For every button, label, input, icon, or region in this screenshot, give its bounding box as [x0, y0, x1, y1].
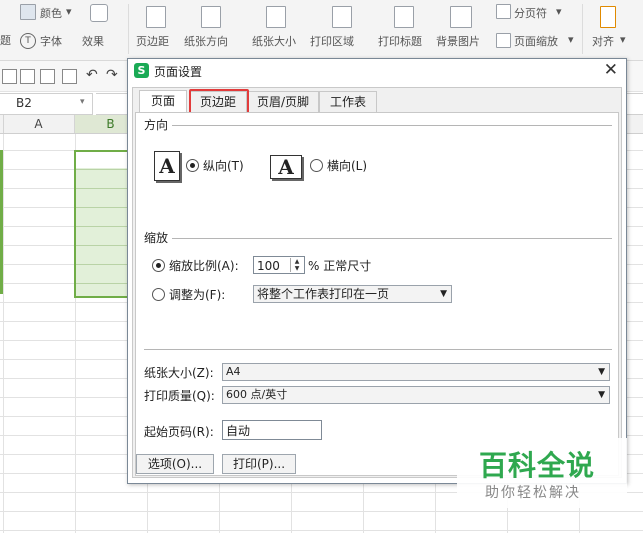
align-icon[interactable] [600, 6, 616, 28]
print-button[interactable]: 打印(P)... [222, 454, 296, 474]
landscape-page-icon: A [270, 155, 302, 179]
dialog-titlebar[interactable]: S 页面设置 ✕ [128, 59, 626, 83]
margins-icon[interactable] [146, 6, 166, 28]
ribbon-cut-label: 题 [0, 34, 11, 47]
landscape-radio[interactable] [310, 159, 323, 172]
adjust-to-radio[interactable] [152, 259, 165, 272]
page-break-icon[interactable] [496, 4, 511, 19]
save-icon[interactable] [2, 69, 17, 84]
scaling-section-label: 缩放 [144, 229, 173, 246]
page-tab-panel: 方向 A 纵向(T) A 横向(L) 缩放 缩放比例(A): 100 ▲ ▼ % … [135, 112, 619, 476]
orientation-section-label: 方向 [144, 116, 173, 133]
tab-page[interactable]: 页面 [139, 90, 187, 113]
portrait-page-icon: A [154, 151, 180, 181]
first-page-number-label: 起始页码(R): [144, 425, 214, 439]
page-break-button[interactable]: 分页符 [514, 5, 547, 21]
name-box[interactable]: B2 ▾ [0, 93, 93, 115]
print-quality-label: 打印质量(Q): [144, 389, 215, 403]
orientation-icon[interactable] [201, 6, 221, 28]
percent-normal-size-label: % 正常尺寸 [308, 259, 372, 273]
landscape-label[interactable]: 横向(L) [327, 157, 367, 174]
fit-to-radio[interactable] [152, 288, 165, 301]
row-selection-marker [0, 150, 3, 294]
print-quality-value: 600 点/英寸 [226, 388, 288, 401]
chevron-down-icon: ▼ [598, 367, 605, 377]
scale-percent-value: 100 [257, 259, 280, 273]
font-button[interactable]: 字体 [40, 33, 62, 49]
align-button[interactable]: 对齐 [592, 33, 614, 49]
undo-icon[interactable]: ↶ [86, 67, 98, 83]
watermark-logo: 百科全说 助你轻松解决 [457, 438, 627, 508]
spinner-icon[interactable]: ▲ ▼ [290, 258, 303, 272]
background-image-button[interactable]: 背景图片 [436, 33, 480, 49]
column-header-a[interactable]: A [3, 115, 75, 133]
background-image-icon[interactable] [450, 6, 472, 28]
print-icon[interactable] [20, 69, 35, 84]
fit-to-select[interactable]: 将整个工作表打印在一页 ▼ [253, 285, 452, 303]
adjust-to-label[interactable]: 缩放比例(A): [169, 257, 239, 274]
fit-to-value: 将整个工作表打印在一页 [257, 287, 390, 301]
print-preview-icon[interactable] [40, 69, 55, 84]
paper-size-label: 纸张大小(Z): [144, 366, 214, 380]
preview-icon[interactable] [62, 69, 77, 84]
first-page-number-input[interactable]: 自动 [222, 420, 322, 440]
paper-size-button[interactable]: 纸张大小 [252, 33, 296, 49]
effect-button[interactable]: 效果 [82, 33, 104, 49]
page-zoom-icon[interactable] [496, 33, 511, 48]
chevron-down-icon: ▼ [440, 289, 447, 299]
watermark-tagline: 助你轻松解决 [485, 485, 581, 501]
portrait-label[interactable]: 纵向(T) [203, 157, 244, 174]
color-scheme-icon[interactable] [20, 4, 36, 20]
name-box-value: B2 [16, 96, 32, 110]
color-button[interactable]: 颜色 [40, 5, 62, 21]
print-area-button[interactable]: 打印区域 [310, 33, 354, 49]
watermark-brand: 百科全说 [479, 449, 596, 482]
page-setup-dialog: S 页面设置 ✕ 页面 页边距 页眉/页脚 工作表 方向 A 纵向(T) A 横… [127, 58, 627, 484]
portrait-radio[interactable] [186, 159, 199, 172]
redo-icon[interactable]: ↷ [106, 67, 118, 83]
tab-header-footer[interactable]: 页眉/页脚 [247, 91, 319, 112]
effect-icon[interactable] [90, 4, 108, 22]
print-area-icon[interactable] [332, 6, 352, 28]
chevron-down-icon: ▼ [598, 390, 605, 400]
print-quality-select[interactable]: 600 点/英寸 ▼ [222, 386, 610, 404]
options-button[interactable]: 选项(O)... [136, 454, 214, 474]
dialog-title: 页面设置 [154, 65, 203, 79]
dialog-body: 页面 页边距 页眉/页脚 工作表 方向 A 纵向(T) A 横向(L) 缩放 缩… [132, 87, 622, 478]
scale-percent-input[interactable]: 100 ▲ ▼ [253, 256, 305, 274]
wps-logo-icon: S [134, 63, 149, 78]
chevron-down-icon[interactable]: ▾ [80, 97, 85, 107]
close-icon[interactable]: ✕ [604, 60, 618, 80]
print-titles-icon[interactable] [394, 6, 414, 28]
print-titles-button[interactable]: 打印标题 [378, 33, 422, 49]
tab-sheet[interactable]: 工作表 [319, 91, 377, 112]
page-zoom-button[interactable]: 页面缩放 [514, 33, 558, 49]
font-icon: T [20, 33, 36, 49]
paper-size-select[interactable]: A4 ▼ [222, 363, 610, 381]
margins-button[interactable]: 页边距 [136, 33, 169, 49]
ribbon: 题 颜色 ▾ T 字体 效果 页边距 纸张方向 纸张大小 打印区域 打印标题 背… [0, 0, 643, 61]
paper-size-icon[interactable] [266, 6, 286, 28]
paper-size-value: A4 [226, 365, 241, 378]
fit-to-label[interactable]: 调整为(F): [169, 286, 225, 303]
orientation-button[interactable]: 纸张方向 [184, 33, 228, 49]
